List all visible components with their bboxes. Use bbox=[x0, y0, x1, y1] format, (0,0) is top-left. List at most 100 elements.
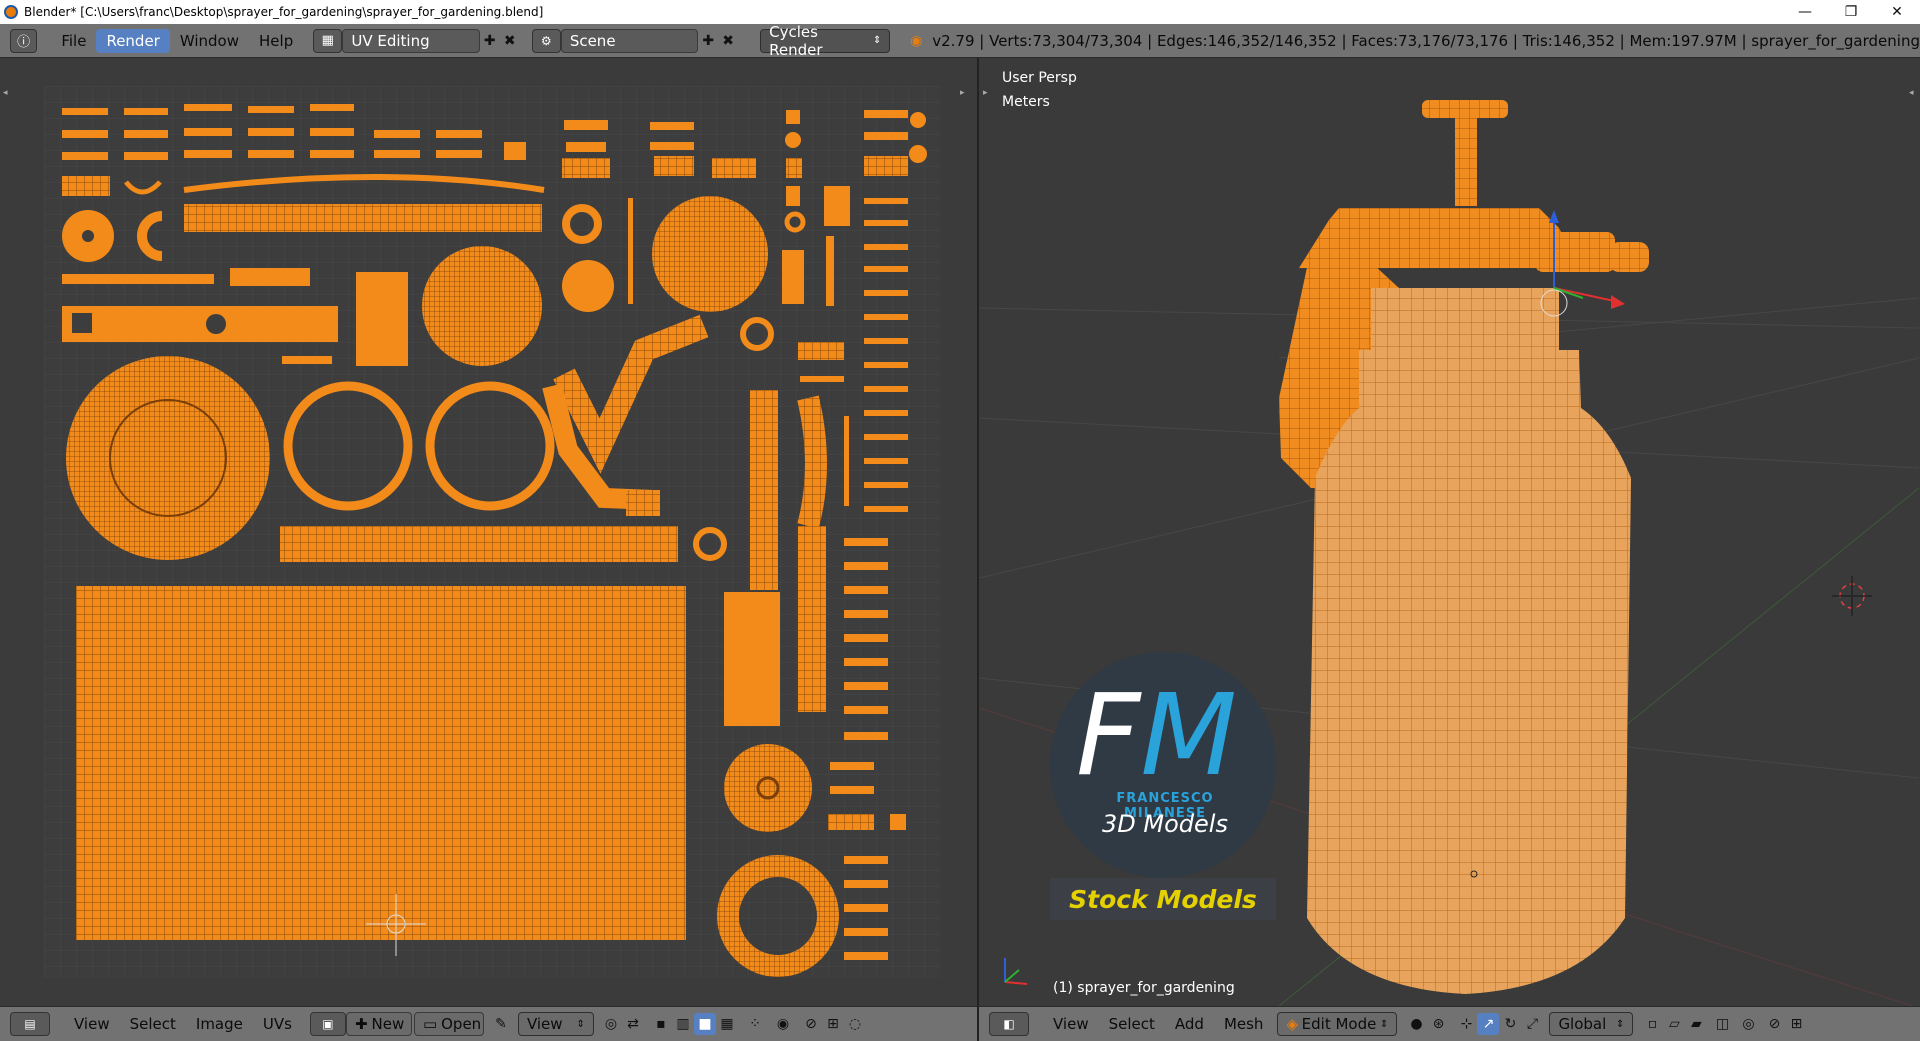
edge-select-icon[interactable]: ▥ bbox=[672, 1013, 694, 1035]
stock-models-banner: Stock Models bbox=[1050, 878, 1276, 920]
face-select-mode-icon[interactable]: ▰ bbox=[1685, 1013, 1707, 1035]
uv-menu-select[interactable]: Select bbox=[120, 1012, 186, 1036]
orientation-axes bbox=[1004, 958, 1028, 985]
open-image-label: Open bbox=[441, 1015, 482, 1033]
open-image-button[interactable]: ▭ Open bbox=[413, 1012, 484, 1036]
maximize-button[interactable]: ❐ bbox=[1828, 0, 1874, 24]
vertex-select-icon[interactable]: ▪ bbox=[650, 1013, 672, 1035]
uv-view-dropdown-label: View bbox=[526, 1015, 563, 1033]
snap-element-icon[interactable]: ⊞ bbox=[822, 1013, 844, 1035]
sync-selection-icon[interactable]: ⇄ bbox=[622, 1013, 644, 1035]
editor-type-info-button[interactable]: ⓘ bbox=[10, 28, 38, 53]
dropdown-arrows-icon: ⇕ bbox=[872, 35, 882, 46]
uv-view-dropdown[interactable]: View ⇕ bbox=[517, 1012, 594, 1036]
info-header: ⓘ File Render Window Help ▦ UV Editing ✚… bbox=[0, 23, 1920, 59]
snap-target-icon[interactable]: ⊞ bbox=[1785, 1013, 1807, 1035]
fm-logo-f: F bbox=[1076, 671, 1141, 801]
scale-manipulator-icon[interactable]: ⤢ bbox=[1521, 1013, 1543, 1035]
minimize-button[interactable]: — bbox=[1782, 0, 1828, 24]
window-titlebar: Blender* [C:\Users\franc\Desktop\sprayer… bbox=[0, 0, 1920, 24]
3d-menu-view[interactable]: View bbox=[1043, 1012, 1099, 1036]
blender-logo-icon: ◉ bbox=[910, 32, 923, 49]
fm-logo-m: M bbox=[1140, 671, 1238, 801]
pin-image-icon[interactable]: ✎ bbox=[490, 1013, 512, 1035]
3d-view-header: ◧ View Select Add Mesh ◈ Edit Mode ⇕ ● ⊛… bbox=[977, 1006, 1920, 1041]
image-editor-icon: ▤ bbox=[24, 1017, 36, 1031]
remove-scene-icon[interactable]: ✖ bbox=[718, 30, 738, 52]
edge-select-mode-icon[interactable]: ▱ bbox=[1663, 1013, 1685, 1035]
3d-cursor bbox=[1832, 576, 1872, 616]
limit-selection-icon[interactable]: ◫ bbox=[1711, 1013, 1733, 1035]
pivot-icon[interactable]: ◎ bbox=[600, 1013, 622, 1035]
menu-render[interactable]: Render bbox=[96, 28, 170, 53]
pivot-point-icon[interactable]: ⊛ bbox=[1427, 1013, 1449, 1035]
blender-app-icon bbox=[4, 5, 18, 19]
dropdown-arrows-icon: ⇕ bbox=[576, 1018, 585, 1030]
orientation-label: Global bbox=[1558, 1015, 1607, 1033]
uv-menu-image[interactable]: Image bbox=[186, 1012, 253, 1036]
viewport-shading-icon[interactable]: ● bbox=[1405, 1013, 1427, 1035]
translate-manipulator-icon[interactable]: ↗ bbox=[1477, 1013, 1500, 1035]
render-engine-label: Cycles Render bbox=[769, 22, 823, 59]
vertex-select-mode-icon[interactable]: ▫ bbox=[1641, 1013, 1663, 1035]
3d-menu-mesh[interactable]: Mesh bbox=[1214, 1012, 1274, 1036]
face-select-icon[interactable]: ■ bbox=[693, 1013, 716, 1035]
proportional-edit-icon[interactable]: ◉ bbox=[772, 1013, 794, 1035]
uv-image-editor[interactable]: ◂ ▸ bbox=[0, 58, 977, 1006]
uv-layout bbox=[44, 86, 940, 978]
add-scene-icon[interactable]: ✚ bbox=[698, 30, 718, 52]
manipulator-toggle-icon[interactable]: ⊹ bbox=[1455, 1013, 1477, 1035]
uv-sculpt-icon[interactable]: ◌ bbox=[844, 1013, 866, 1035]
sprayer-mesh bbox=[1279, 100, 1649, 994]
uv-canvas[interactable] bbox=[44, 86, 940, 978]
rotate-manipulator-icon[interactable]: ↻ bbox=[1499, 1013, 1521, 1035]
region-toggle-left-icon[interactable]: ◂ bbox=[3, 88, 11, 98]
scene-icon-button[interactable]: ⚙ bbox=[531, 28, 561, 53]
snapping-icon[interactable]: ⊘ bbox=[1763, 1013, 1785, 1035]
folder-icon: ▭ bbox=[422, 1015, 438, 1033]
new-image-label: New bbox=[371, 1015, 405, 1033]
fm-logo-initials: FM bbox=[1076, 680, 1237, 792]
scene-field[interactable]: Scene bbox=[560, 28, 699, 53]
fm-logo-tagline: 3D Models bbox=[1102, 810, 1228, 838]
dropdown-arrows-icon: ⇕ bbox=[1380, 1018, 1389, 1030]
screen-layout-field[interactable]: UV Editing bbox=[342, 28, 480, 53]
menu-help[interactable]: Help bbox=[249, 29, 303, 53]
edit-mode-icon: ◈ bbox=[1286, 1015, 1298, 1033]
scene-icon: ⚙ bbox=[540, 33, 552, 48]
island-select-icon[interactable]: ▦ bbox=[716, 1013, 738, 1035]
sticky-mode-icon[interactable]: ⁘ bbox=[744, 1013, 766, 1035]
menu-window[interactable]: Window bbox=[170, 29, 249, 53]
render-engine-dropdown[interactable]: Cycles Render ⇕ bbox=[760, 23, 891, 59]
uv-editor-header: ▤ View Select Image UVs ▣ ✚ New ▭ Open ✎ V… bbox=[0, 1006, 977, 1041]
scene-statistics: v2.79 | Verts:73,304/73,304 | Edges:146,… bbox=[932, 31, 1920, 50]
dropdown-arrows-icon: ⇕ bbox=[1616, 1018, 1625, 1030]
mode-dropdown[interactable]: ◈ Edit Mode ⇕ bbox=[1277, 1012, 1398, 1036]
3d-menu-select[interactable]: Select bbox=[1099, 1012, 1165, 1036]
close-window-button[interactable]: ✕ bbox=[1874, 0, 1920, 24]
remove-screen-icon[interactable]: ✖ bbox=[500, 30, 520, 52]
new-image-button[interactable]: ✚ New bbox=[345, 1012, 412, 1036]
uv-menu-view[interactable]: View bbox=[64, 1012, 120, 1036]
active-object-label: (1) sprayer_for_gardening bbox=[1053, 980, 1235, 996]
3d-menu-add[interactable]: Add bbox=[1165, 1012, 1214, 1036]
3d-viewport[interactable]: User Persp Meters ▸ ◂ FM FRANCESCO MILAN… bbox=[977, 58, 1920, 1006]
transform-orientation-dropdown[interactable]: Global ⇕ bbox=[1549, 1012, 1634, 1036]
proportional-editing-icon[interactable]: ◎ bbox=[1737, 1013, 1759, 1035]
mode-label: Edit Mode bbox=[1301, 1015, 1377, 1033]
cube-icon: ◧ bbox=[1003, 1017, 1015, 1031]
uv-menu-uvs[interactable]: UVs bbox=[253, 1012, 302, 1036]
window-title: Blender* [C:\Users\franc\Desktop\sprayer… bbox=[24, 5, 544, 19]
snap-icon[interactable]: ⊘ bbox=[800, 1013, 822, 1035]
browse-image-button[interactable]: ▣ bbox=[309, 1012, 346, 1036]
menu-file[interactable]: File bbox=[51, 29, 96, 53]
plus-icon: ✚ bbox=[354, 1015, 368, 1033]
image-browse-icon: ▣ bbox=[322, 1017, 334, 1031]
editor-type-image-button[interactable]: ▤ bbox=[10, 1012, 50, 1036]
layout-grid-icon: ▦ bbox=[321, 33, 334, 48]
add-screen-icon[interactable]: ✚ bbox=[480, 30, 500, 52]
screen-layout-icon-button[interactable]: ▦ bbox=[313, 28, 343, 53]
info-icon: ⓘ bbox=[17, 35, 31, 50]
region-toggle-right-icon[interactable]: ▸ bbox=[960, 88, 968, 98]
editor-type-3d-button[interactable]: ◧ bbox=[989, 1012, 1029, 1036]
